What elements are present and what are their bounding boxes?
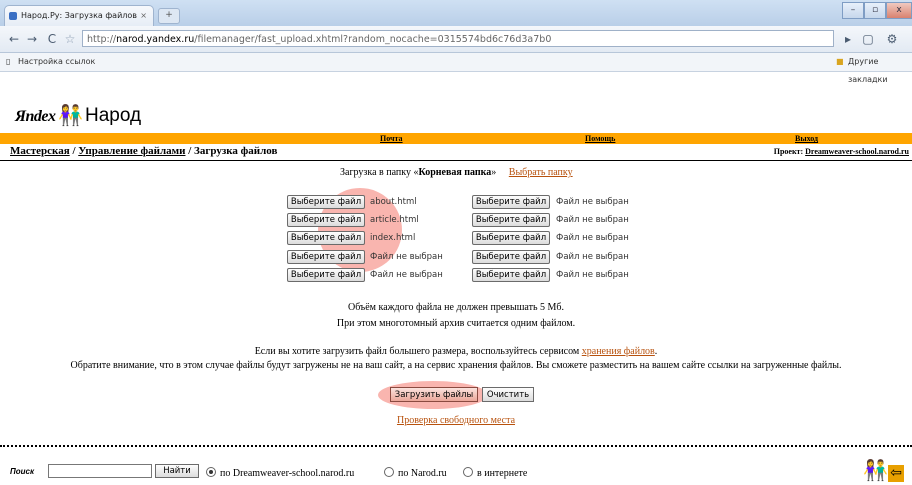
play-icon[interactable]: ▸ xyxy=(840,31,856,47)
project-link[interactable]: Dreamweaver-school.narod.ru xyxy=(805,147,909,156)
project-label: Проект: xyxy=(773,147,806,156)
star-icon[interactable]: ☆ xyxy=(62,31,78,47)
close-window-icon[interactable]: x xyxy=(886,2,912,19)
url-domain: narod.yandex.ru xyxy=(116,34,195,45)
check-space: Проверка свободного места xyxy=(0,415,912,426)
file-name: Файл не выбран xyxy=(556,270,629,280)
radio-icon[interactable] xyxy=(463,467,473,477)
choose-file-button[interactable]: Выберите файл xyxy=(472,213,550,227)
folder-prefix: Загрузка в папку « xyxy=(340,167,419,178)
check-space-link[interactable]: Проверка свободного места xyxy=(397,415,515,426)
bookmark-page-icon: ▯ xyxy=(6,57,11,66)
address-bar[interactable]: http://narod.yandex.ru/filemanager/fast_… xyxy=(82,30,834,47)
file-name: article.html xyxy=(370,215,419,225)
exit-icon[interactable]: ⇦ xyxy=(888,465,904,482)
choose-file-button[interactable]: Выберите файл xyxy=(287,268,365,282)
file-name: Файл не выбран xyxy=(556,215,629,225)
breadcrumb-file-manager[interactable]: Управление файлами xyxy=(78,145,185,157)
browser-titlebar: Народ.Ру: Загрузка файлов × + – ▫ x xyxy=(0,0,912,26)
search-scope-site[interactable]: по Dreamweaver-school.narod.ru xyxy=(206,467,354,479)
search-scope-narod-label: по Narod.ru xyxy=(398,468,447,479)
bigger-file-dot: . xyxy=(654,346,658,357)
narod-logo-text: Народ xyxy=(85,105,142,126)
choose-file-button[interactable]: Выберите файл xyxy=(287,231,365,245)
dotted-divider xyxy=(0,445,912,447)
folder-name: Корневая папка xyxy=(418,167,492,178)
browser-tab[interactable]: Народ.Ру: Загрузка файлов × xyxy=(4,5,154,26)
upload-folder-line: Загрузка в папку «Корневая папка» Выбрат… xyxy=(340,167,573,178)
storage-warning: Обратите внимание, что в этом случае фай… xyxy=(70,360,842,371)
choose-file-button[interactable]: Выберите файл xyxy=(472,231,550,245)
breadcrumb-workshop[interactable]: Мастерская xyxy=(10,145,70,157)
choose-file-button[interactable]: Выберите файл xyxy=(287,213,365,227)
browser-toolbar: ← → C ☆ http://narod.yandex.ru/filemanag… xyxy=(0,26,912,53)
forward-icon[interactable]: → xyxy=(24,31,40,47)
search-label: Поиск xyxy=(10,467,35,476)
tab-title: Народ.Ру: Загрузка файлов xyxy=(21,11,138,20)
corner-icons: 👫 ⇦ xyxy=(863,458,904,483)
search-scope-internet-label: в интернете xyxy=(477,468,528,479)
file-name: Файл не выбран xyxy=(556,233,629,243)
choose-file-button[interactable]: Выберите файл xyxy=(287,195,365,209)
file-storage-link[interactable]: хранения файлов xyxy=(582,346,655,357)
top-nav-bar: Почта Помощь Выход xyxy=(0,133,912,144)
breadcrumb-separator: / xyxy=(185,145,195,157)
search-button[interactable]: Найти xyxy=(155,464,199,478)
upload-files-button[interactable]: Загрузить файлы xyxy=(390,387,478,402)
choose-folder-link[interactable]: Выбрать папку xyxy=(509,167,573,178)
bookmark-settings[interactable]: Настройка ссылок xyxy=(18,53,95,71)
breadcrumb-current: Загрузка файлов xyxy=(194,145,278,157)
choose-file-button[interactable]: Выберите файл xyxy=(472,195,550,209)
file-name: Файл не выбран xyxy=(556,197,629,207)
tab-close-icon[interactable]: × xyxy=(140,6,147,26)
file-name: Файл не выбран xyxy=(370,270,443,280)
size-limit-note: Объём каждого файла не должен превышать … xyxy=(347,302,564,313)
maximize-icon[interactable]: ▫ xyxy=(864,2,886,19)
minimize-icon[interactable]: – xyxy=(842,2,864,19)
choose-file-button[interactable]: Выберите файл xyxy=(287,250,365,264)
clear-button[interactable]: Очистить xyxy=(482,387,534,402)
divider xyxy=(0,160,912,161)
file-name: Файл не выбран xyxy=(556,252,629,262)
folder-icon: ■ xyxy=(836,57,844,66)
project-info: Проект: Dreamweaver-school.narod.ru xyxy=(774,147,909,156)
narod-favicon-icon xyxy=(9,12,17,20)
search-scope-narod[interactable]: по Narod.ru xyxy=(384,467,447,479)
breadcrumb: Мастерская / Управление файлами / Загруз… xyxy=(10,145,277,157)
search-scope-internet[interactable]: в интернете xyxy=(463,467,527,479)
folder-suffix: » xyxy=(491,167,497,178)
search-input[interactable] xyxy=(48,464,152,478)
file-name: index.html xyxy=(370,233,416,243)
choose-file-button[interactable]: Выберите файл xyxy=(472,250,550,264)
radio-selected-icon[interactable] xyxy=(206,467,216,477)
search-scope-site-label: по Dreamweaver-school.narod.ru xyxy=(220,468,355,479)
bigger-file-text: Если вы хотите загрузить файл большего р… xyxy=(254,346,582,357)
help-link[interactable]: Помощь xyxy=(585,133,615,144)
new-tab-icon[interactable]: + xyxy=(158,8,180,24)
yandex-logo: Яndex xyxy=(15,108,56,125)
wrench-icon[interactable]: ⚙ xyxy=(884,31,900,47)
window-controls: – ▫ x xyxy=(842,2,912,19)
other-bookmarks[interactable]: Другие закладки xyxy=(848,53,912,89)
page-menu-icon[interactable]: ▢ xyxy=(860,31,876,47)
reload-icon[interactable]: C xyxy=(44,31,60,47)
people-icon[interactable]: 👫 xyxy=(863,460,888,482)
choose-file-button[interactable]: Выберите файл xyxy=(472,268,550,282)
breadcrumb-separator: / xyxy=(69,145,79,157)
people-logo-icon: 👫 xyxy=(58,105,83,127)
mail-link[interactable]: Почта xyxy=(380,133,403,144)
url-prefix: http:// xyxy=(87,34,117,45)
radio-icon[interactable] xyxy=(384,467,394,477)
bookmarks-bar: ▯ Настройка ссылок ■ Другие закладки xyxy=(0,53,912,84)
url-path: /filemanager/fast_upload.xhtml?random_no… xyxy=(194,34,552,45)
back-icon[interactable]: ← xyxy=(6,31,22,47)
bigger-file-note: Если вы хотите загрузить файл большего р… xyxy=(0,346,912,357)
exit-link[interactable]: Выход xyxy=(795,133,818,144)
multivolume-note: При этом многотомный архив считается одн… xyxy=(336,318,576,329)
file-name: Файл не выбран xyxy=(370,252,443,262)
file-name: about.html xyxy=(370,197,417,207)
